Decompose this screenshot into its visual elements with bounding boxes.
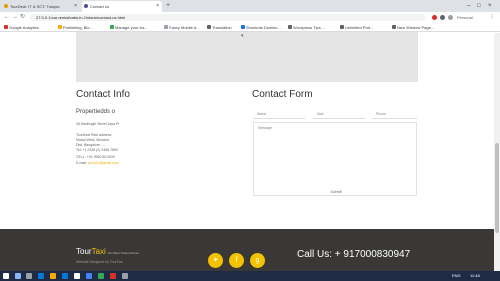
bookmark-icon: [110, 25, 114, 29]
chrome-icon[interactable]: [86, 273, 92, 279]
page-scrollbar[interactable]: [494, 33, 500, 271]
copyright-text: Website Designed by TourTaxi: [76, 260, 123, 264]
google-plus-icon[interactable]: g: [250, 253, 265, 268]
contact-info-heading: Contact Info: [76, 89, 130, 100]
task-view-icon[interactable]: [26, 273, 32, 279]
browser-toolbar: ← → ↻ 27.0.0.1/car-rental/cabs-in-Ontari…: [0, 12, 500, 23]
language-indicator[interactable]: ENG: [452, 271, 461, 281]
phone-field[interactable]: Phone: [372, 110, 417, 119]
call-us-text[interactable]: Call Us: + 917000830947: [297, 249, 410, 260]
app-icon[interactable]: [98, 273, 104, 279]
extension-icon[interactable]: [432, 15, 437, 20]
bookmark-icon: [4, 25, 8, 29]
brand-tagline: Our Best Travel Partner: [107, 251, 140, 255]
name-field[interactable]: Name: [253, 110, 305, 119]
app-icon[interactable]: [122, 273, 128, 279]
bookmark-icon: [241, 25, 245, 29]
bookmark-item[interactable]: Google Analytics: [4, 23, 39, 32]
contact-form-heading: Contact Form: [252, 89, 313, 100]
info-line: Tel: +1 2345 (2) 3456 7890: [76, 148, 118, 152]
tab-favicon-icon: [4, 4, 8, 8]
address-bar[interactable]: 27.0.0.1/car-rental/cabs-in-Ontario/cont…: [30, 14, 425, 21]
facebook-icon[interactable]: f: [229, 253, 244, 268]
tab-label: TourDeal: IT & SCT: Tutopia: [10, 4, 60, 9]
forward-icon[interactable]: →: [12, 12, 18, 23]
new-tab-button[interactable]: +: [166, 1, 170, 11]
app-icon[interactable]: [110, 273, 116, 279]
back-icon[interactable]: ←: [4, 12, 10, 23]
bookmark-item[interactable]: Manage your for...: [110, 23, 147, 32]
clock[interactable]: 11:48: [470, 271, 480, 281]
bookmark-item[interactable]: Unlimited Prof...: [340, 23, 373, 32]
bookmarks-bar: Google Analytics Publishing, Blo... Mana…: [0, 23, 500, 32]
footer-brand[interactable]: TourTaxi Our Best Travel Partner: [76, 247, 139, 256]
reload-icon[interactable]: ↻: [20, 12, 25, 23]
menu-icon[interactable]: ⋮: [489, 12, 495, 23]
bookmark-icon: [288, 25, 292, 29]
site-footer: TourTaxi Our Best Travel Partner Website …: [0, 229, 494, 271]
bookmark-icon: [207, 25, 211, 29]
maximize-icon[interactable]: □: [477, 0, 481, 12]
bookmark-icon: [58, 25, 62, 29]
account-label[interactable]: Personal: [457, 12, 473, 23]
email-field[interactable]: Mail: [313, 110, 365, 119]
tab-contact-us[interactable]: Contact us ×: [82, 1, 162, 12]
message-field[interactable]: Message: [253, 122, 417, 196]
close-tab-icon[interactable]: ×: [74, 1, 77, 12]
email-line: E-mail: ptc.info@gmail.com: [76, 161, 119, 165]
scrollbar-thumb[interactable]: [495, 143, 499, 233]
bookmark-item[interactable]: Fancy Mobile A...: [164, 23, 200, 32]
twitter-icon[interactable]: ✦: [208, 253, 223, 268]
email-link[interactable]: ptc.info@gmail.com: [88, 161, 119, 165]
windows-taskbar: ENG 11:48: [0, 271, 500, 281]
tab-favicon-icon: [84, 4, 88, 8]
folder-icon[interactable]: [50, 273, 56, 279]
tab-tourdeal[interactable]: TourDeal: IT & SCT: Tutopia ×: [2, 1, 80, 12]
info-line: Malad West, Mumbai: [76, 138, 109, 142]
extension-icon[interactable]: [440, 15, 445, 20]
bookmark-item[interactable]: New Window Page...: [392, 23, 434, 32]
bookmark-item[interactable]: Wordpress Tips ...: [288, 23, 325, 32]
search-icon[interactable]: [15, 273, 21, 279]
bookmark-item[interactable]: Translation: [207, 23, 232, 32]
start-icon[interactable]: [3, 273, 9, 279]
tab-label: Contact us: [90, 4, 110, 9]
map-marker-icon: ▾: [241, 33, 244, 39]
bookmark-item[interactable]: Publishing, Blo...: [58, 23, 93, 32]
bookmark-icon: [340, 25, 344, 29]
submit-button[interactable]: Submit: [318, 188, 354, 196]
company-name: Propertiedds o: [76, 109, 116, 115]
close-window-icon[interactable]: ×: [488, 0, 492, 12]
map-embed[interactable]: ▾: [76, 32, 418, 82]
tab-strip: TourDeal: IT & SCT: Tutopia × Contact us…: [0, 0, 500, 12]
email-label: E-mail:: [76, 161, 87, 165]
bookmark-item[interactable]: Shortcuts Downlo...: [241, 23, 281, 32]
bookmark-icon: [392, 25, 396, 29]
mail-icon[interactable]: [74, 273, 80, 279]
store-icon[interactable]: [62, 273, 68, 279]
address-line: 45 Madhugiri Street Jaya Pl: [76, 122, 119, 126]
minimize-icon[interactable]: –: [467, 0, 470, 12]
edge-icon[interactable]: [38, 273, 44, 279]
extension-icon[interactable]: [448, 15, 453, 20]
info-line: TourDeal Raw address: [76, 133, 112, 137]
bookmark-icon: [164, 25, 168, 29]
info-line: Dist. Bangalore - ...: [76, 143, 106, 147]
info-line: CELL: +91 9960 80 0000: [76, 155, 116, 159]
close-tab-icon[interactable]: ×: [156, 1, 159, 12]
